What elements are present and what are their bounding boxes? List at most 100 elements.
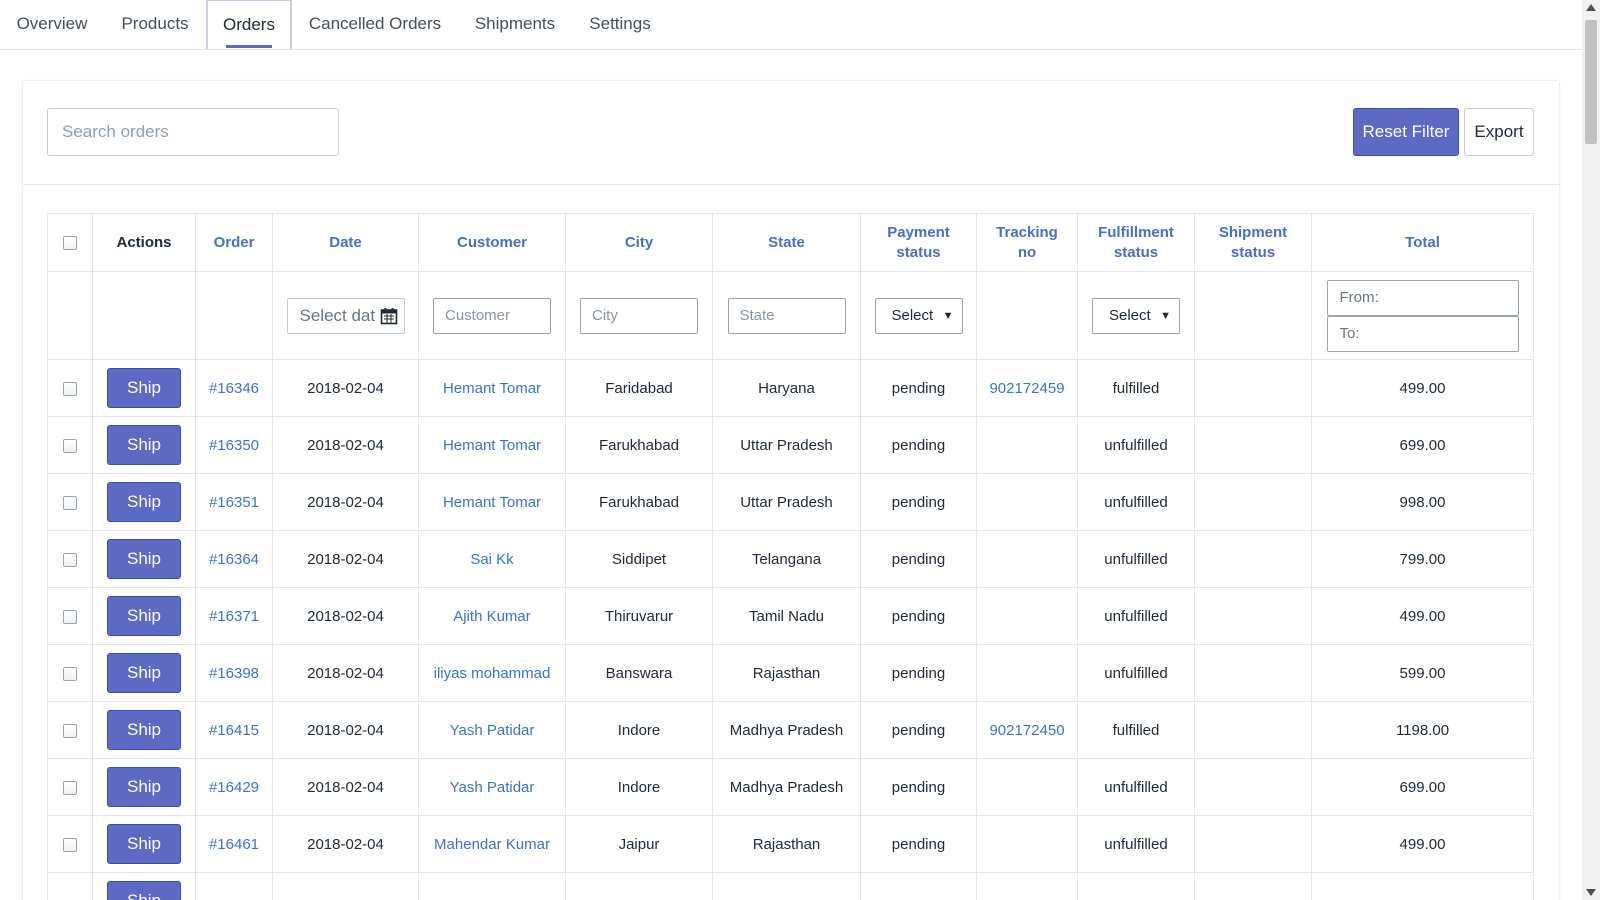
vertical-scrollbar[interactable] — [1582, 0, 1600, 900]
ship-button[interactable]: Ship — [107, 881, 181, 900]
header-fulfillment-status[interactable]: Fulfillment status — [1077, 213, 1195, 272]
customer-link[interactable]: Hemant Tomar — [443, 494, 541, 511]
tracking-link[interactable]: 902172450 — [989, 722, 1064, 739]
search-input[interactable] — [47, 108, 339, 156]
row-checkbox[interactable] — [63, 381, 77, 396]
header-order[interactable]: Order — [195, 213, 273, 272]
header-state[interactable]: State — [712, 213, 861, 272]
row-actions-cell: Ship — [92, 416, 196, 474]
tab-products[interactable]: Products — [104, 0, 206, 49]
order-cell: #16371 — [195, 587, 273, 645]
row-checkbox[interactable] — [63, 552, 77, 567]
tab-shipments[interactable]: Shipments — [458, 0, 572, 49]
ship-button[interactable]: Ship — [107, 539, 181, 579]
customer-link[interactable]: Mahendar Kumar — [434, 836, 550, 853]
order-link[interactable]: #16429 — [209, 779, 259, 796]
table-row: Ship #16415 2018-02-04 Yash Patidar Indore Ma… — [47, 701, 1534, 759]
tab-overview[interactable]: Overview — [0, 0, 104, 49]
state-filter-input[interactable] — [727, 297, 846, 334]
fulfillment-status-cell: unfulfilled — [1077, 644, 1195, 702]
date-filter-input[interactable]: Select dat — [286, 297, 405, 334]
customer-link[interactable]: Yash Patidar — [450, 779, 535, 796]
row-checkbox[interactable] — [63, 780, 77, 795]
header-city[interactable]: City — [565, 213, 713, 272]
tab-orders[interactable]: Orders — [206, 0, 292, 49]
ship-button[interactable]: Ship — [107, 368, 181, 408]
city-cell: Thiruvarur — [565, 587, 713, 645]
row-actions-cell: Ship — [92, 359, 196, 417]
date-cell: 2018-02-04 — [272, 815, 419, 873]
customer-cell: Mahendar Kumar — [418, 815, 566, 873]
order-link[interactable]: #16364 — [209, 551, 259, 568]
order-link[interactable]: #16398 — [209, 665, 259, 682]
ship-button[interactable]: Ship — [107, 596, 181, 636]
customer-link[interactable]: Hemant Tomar — [443, 437, 541, 454]
header-fulfillment-line2: status — [1113, 243, 1159, 261]
tab-settings[interactable]: Settings — [572, 0, 668, 49]
shipment-status-cell — [1194, 815, 1312, 873]
scroll-up-arrow[interactable] — [1586, 4, 1596, 11]
header-payment-status[interactable]: Payment status — [860, 213, 977, 272]
total-from-input[interactable] — [1326, 279, 1519, 316]
header-total[interactable]: Total — [1311, 213, 1534, 272]
row-checkbox-cell — [47, 644, 93, 702]
ship-button[interactable]: Ship — [107, 425, 181, 465]
header-customer[interactable]: Customer — [418, 213, 566, 272]
customer-filter-input[interactable] — [433, 297, 551, 334]
header-shipment-line2: status — [1230, 243, 1276, 261]
city-filter-input[interactable] — [580, 297, 698, 334]
customer-link[interactable]: iliyas mohammad — [434, 665, 551, 682]
header-shipment-status[interactable]: Shipment status — [1194, 213, 1312, 272]
row-actions-cell: Ship — [92, 815, 196, 873]
customer-link[interactable]: Hemant Tomar — [443, 380, 541, 397]
total-cell: 499.00 — [1311, 815, 1534, 873]
ship-button[interactable]: Ship — [107, 767, 181, 807]
row-checkbox[interactable] — [63, 666, 77, 681]
row-checkbox[interactable] — [63, 723, 77, 738]
customer-cell: iliyas mohammad — [418, 644, 566, 702]
table-row: Ship #16371 2018-02-04 Ajith Kumar Thiruvaru… — [47, 587, 1534, 645]
filter-empty-cell — [47, 271, 93, 360]
row-checkbox[interactable] — [63, 495, 77, 510]
order-link[interactable]: #16461 — [209, 836, 259, 853]
reset-filter-button[interactable]: Reset Filter — [1353, 108, 1459, 156]
order-link[interactable]: #16415 — [209, 722, 259, 739]
empty-cell — [565, 872, 713, 900]
row-checkbox[interactable] — [63, 438, 77, 453]
customer-link[interactable]: Yash Patidar — [450, 722, 535, 739]
header-tracking-no[interactable]: Tracking no — [976, 213, 1078, 272]
order-link[interactable]: #16351 — [209, 494, 259, 511]
table-row: Ship #16346 2018-02-04 Hemant Tomar Faridaba… — [47, 359, 1534, 417]
row-checkbox[interactable] — [63, 837, 77, 852]
payment-status-select[interactable]: Select ▼ — [874, 297, 963, 334]
header-shipment-line1: Shipment — [1218, 223, 1288, 241]
date-cell: 2018-02-04 — [272, 473, 419, 531]
customer-link[interactable]: Ajith Kumar — [453, 608, 531, 625]
order-cell: #16346 — [195, 359, 273, 417]
ship-button[interactable]: Ship — [107, 653, 181, 693]
total-to-input[interactable] — [1326, 315, 1519, 352]
ship-button[interactable]: Ship — [107, 710, 181, 750]
customer-link[interactable]: Sai Kk — [470, 551, 513, 568]
order-link[interactable]: #16346 — [209, 380, 259, 397]
header-date[interactable]: Date — [272, 213, 419, 272]
export-button[interactable]: Export — [1464, 108, 1534, 156]
order-link[interactable]: #16350 — [209, 437, 259, 454]
customer-cell: Sai Kk — [418, 530, 566, 588]
ship-button[interactable]: Ship — [107, 482, 181, 522]
scroll-thumb[interactable] — [1585, 20, 1597, 144]
payment-status-cell: pending — [860, 701, 977, 759]
fulfillment-status-cell: fulfilled — [1077, 359, 1195, 417]
row-checkbox[interactable] — [63, 609, 77, 624]
order-link[interactable]: #16371 — [209, 608, 259, 625]
state-cell: Tamil Nadu — [712, 587, 861, 645]
scroll-down-arrow[interactable] — [1586, 889, 1596, 896]
ship-button[interactable]: Ship — [107, 824, 181, 864]
select-all-checkbox[interactable] — [63, 235, 77, 250]
city-cell: Farukhabad — [565, 473, 713, 531]
tracking-link[interactable]: 902172459 — [989, 380, 1064, 397]
fulfillment-status-select[interactable]: Select ▼ — [1092, 297, 1180, 334]
header-actions: Actions — [92, 213, 196, 272]
tab-cancelled-orders[interactable]: Cancelled Orders — [292, 0, 458, 49]
date-cell: 2018-02-04 — [272, 701, 419, 759]
